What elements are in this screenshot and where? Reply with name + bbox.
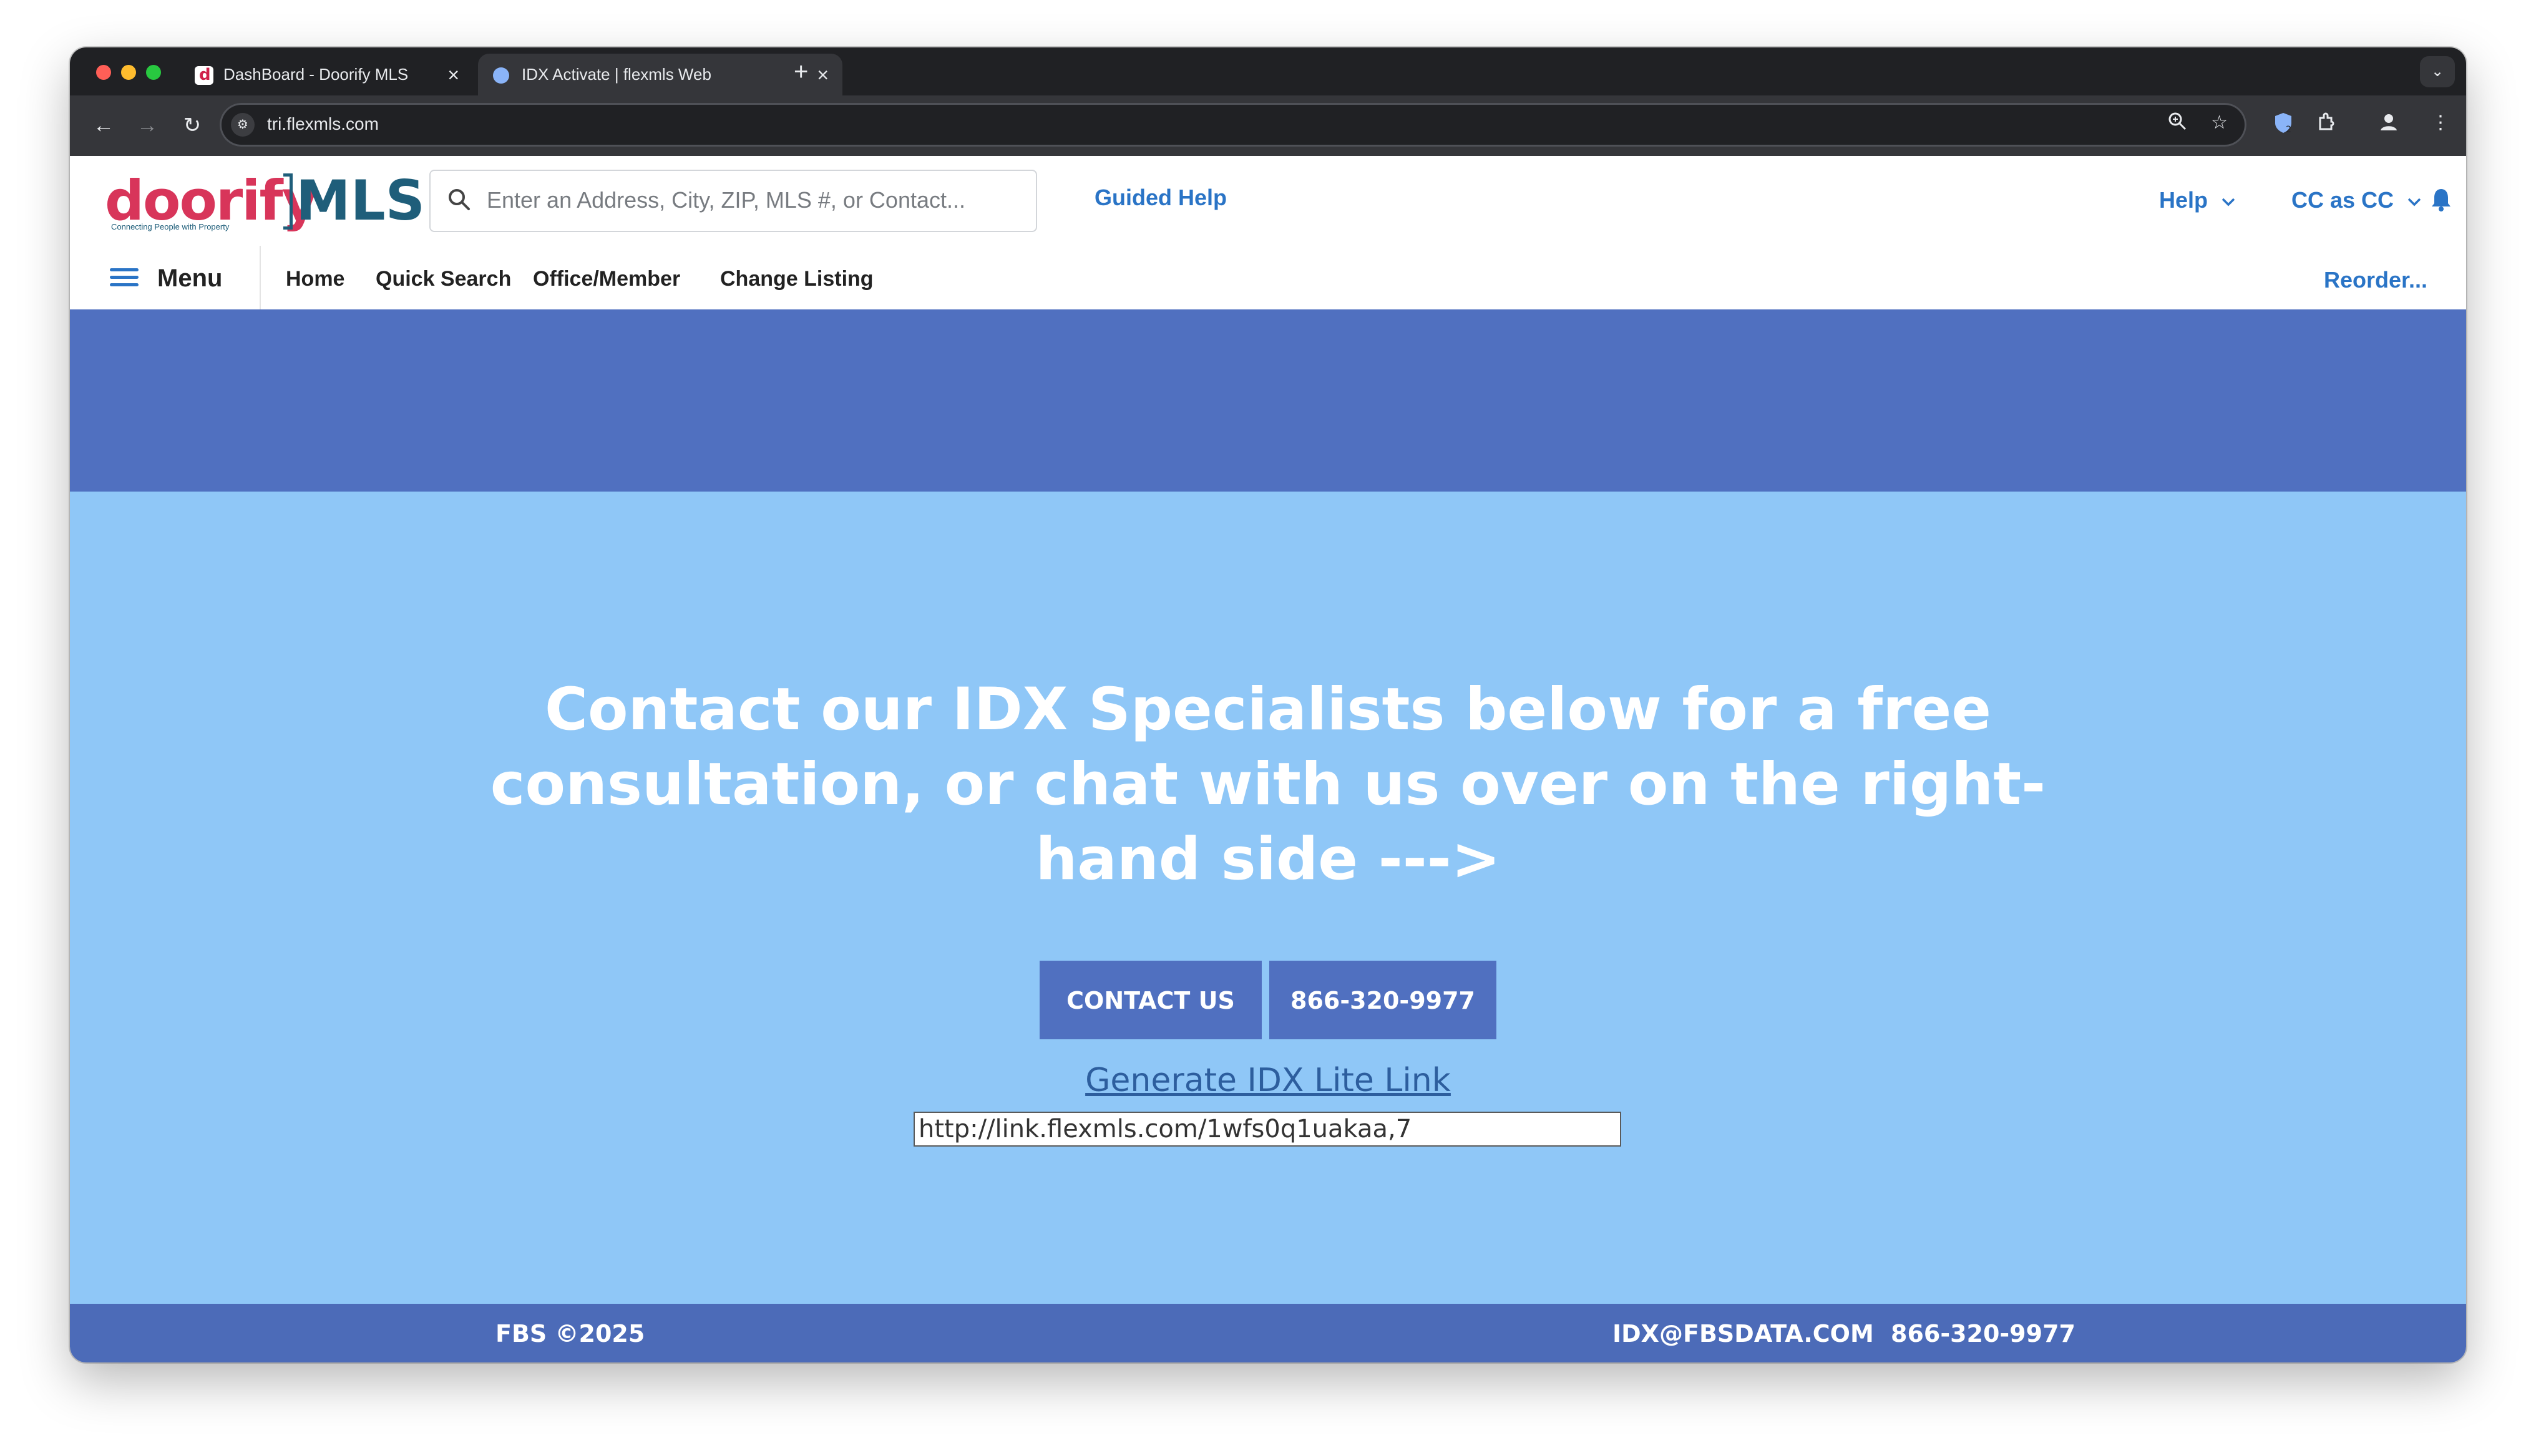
search-icon xyxy=(449,189,470,210)
contact-us-button[interactable]: CONTACT US xyxy=(1040,961,1262,1039)
site-header: doorify MLS Connecting People with Prope… xyxy=(70,156,2466,247)
chevron-down-icon xyxy=(2221,198,2235,206)
close-window-button[interactable] xyxy=(96,65,111,80)
tab-title: IDX Activate | flexmls Web xyxy=(522,65,711,84)
extension-badge: 2 xyxy=(2286,125,2291,134)
chevron-down-icon xyxy=(2407,198,2421,206)
bookmark-star-icon[interactable]: ☆ xyxy=(2211,112,2228,133)
browser-toolbar: ← → ↻ ⚙ tri.flexmls.com ☆ 2 ⋮ xyxy=(70,95,2466,156)
reorder-link[interactable]: Reorder... xyxy=(2324,267,2427,293)
account-dropdown[interactable]: CC as CC xyxy=(2291,187,2422,213)
phone-button[interactable]: 866-320-9977 xyxy=(1269,961,1496,1039)
close-tab-icon[interactable]: × xyxy=(447,62,459,87)
help-dropdown[interactable]: Help xyxy=(2159,187,2236,213)
browser-menu-icon[interactable]: ⋮ xyxy=(2431,112,2450,133)
notification-bell-icon[interactable] xyxy=(2430,187,2452,212)
main-nav: Menu Home Quick Search Office/Member Cha… xyxy=(70,246,2466,311)
new-tab-icon[interactable]: + xyxy=(794,56,808,87)
idx-main-section: Contact our IDX Specialists below for a … xyxy=(70,492,2466,1304)
site-info-icon[interactable]: ⚙ xyxy=(231,113,255,137)
zoom-icon[interactable] xyxy=(2168,112,2187,135)
site-search-box[interactable] xyxy=(429,170,1037,232)
tab-doorify-dashboard[interactable]: DashBoard - Doorify MLS × xyxy=(180,54,473,95)
tab-strip: DashBoard - Doorify MLS × IDX Activate |… xyxy=(70,47,2466,95)
tab-idx-activate[interactable]: IDX Activate | flexmls Web × xyxy=(478,54,842,95)
doorify-favicon-icon xyxy=(195,66,213,85)
help-label: Help xyxy=(2159,187,2208,213)
close-tab-icon[interactable]: × xyxy=(817,62,829,87)
logo-door-bracket xyxy=(283,173,293,230)
idx-link-field[interactable] xyxy=(914,1112,1621,1147)
nav-link-change-listing[interactable]: Change Listing xyxy=(720,267,874,291)
menu-button[interactable]: Menu xyxy=(70,246,261,309)
logo-tagline: Connecting People with Property xyxy=(111,222,230,231)
nav-link-home[interactable]: Home xyxy=(286,267,344,291)
minimize-window-button[interactable] xyxy=(121,65,136,80)
account-label: CC as CC xyxy=(2291,187,2394,213)
nav-link-office-member[interactable]: Office/Member xyxy=(533,267,680,291)
generate-idx-lite-link[interactable]: Generate IDX Lite Link xyxy=(944,1062,1592,1099)
footer-copyright: FBS ©2025 xyxy=(495,1320,645,1347)
footer-phone-link[interactable]: 866-320-9977 xyxy=(1891,1320,2075,1347)
tab-title: DashBoard - Doorify MLS xyxy=(223,65,409,84)
logo-product: MLS xyxy=(296,168,426,233)
address-bar[interactable]: ⚙ tri.flexmls.com ☆ xyxy=(220,103,2246,147)
browser-window: DashBoard - Doorify MLS × IDX Activate |… xyxy=(70,47,2466,1362)
nav-link-quick-search[interactable]: Quick Search xyxy=(376,267,511,291)
search-input[interactable] xyxy=(485,182,1018,218)
guided-help-link[interactable]: Guided Help xyxy=(1095,185,1227,211)
footer-email-link[interactable]: IDX@FBSDATA.COM xyxy=(1612,1320,1874,1347)
page-banner xyxy=(70,309,2466,492)
reload-icon[interactable]: ↻ xyxy=(177,110,207,140)
url-text[interactable]: tri.flexmls.com xyxy=(267,114,379,134)
page-footer: FBS ©2025 IDX@FBSDATA.COM 866-320-9977 xyxy=(70,1304,2466,1362)
hamburger-icon xyxy=(110,268,139,287)
extension-shield-icon[interactable]: 2 xyxy=(2273,112,2294,139)
extensions-puzzle-icon[interactable] xyxy=(2316,112,2336,137)
profile-avatar-icon[interactable] xyxy=(2379,112,2399,137)
idx-headline: Contact our IDX Specialists below for a … xyxy=(490,676,2046,893)
menu-label: Menu xyxy=(157,265,223,292)
tab-search-chevron-icon[interactable]: ⌄ xyxy=(2420,56,2455,87)
forward-arrow-icon[interactable]: → xyxy=(132,110,162,140)
flexmls-favicon-icon xyxy=(493,67,509,84)
back-arrow-icon[interactable]: ← xyxy=(89,110,119,140)
doorify-mls-logo[interactable]: doorify MLS Connecting People with Prope… xyxy=(105,168,425,233)
maximize-window-button[interactable] xyxy=(146,65,161,80)
